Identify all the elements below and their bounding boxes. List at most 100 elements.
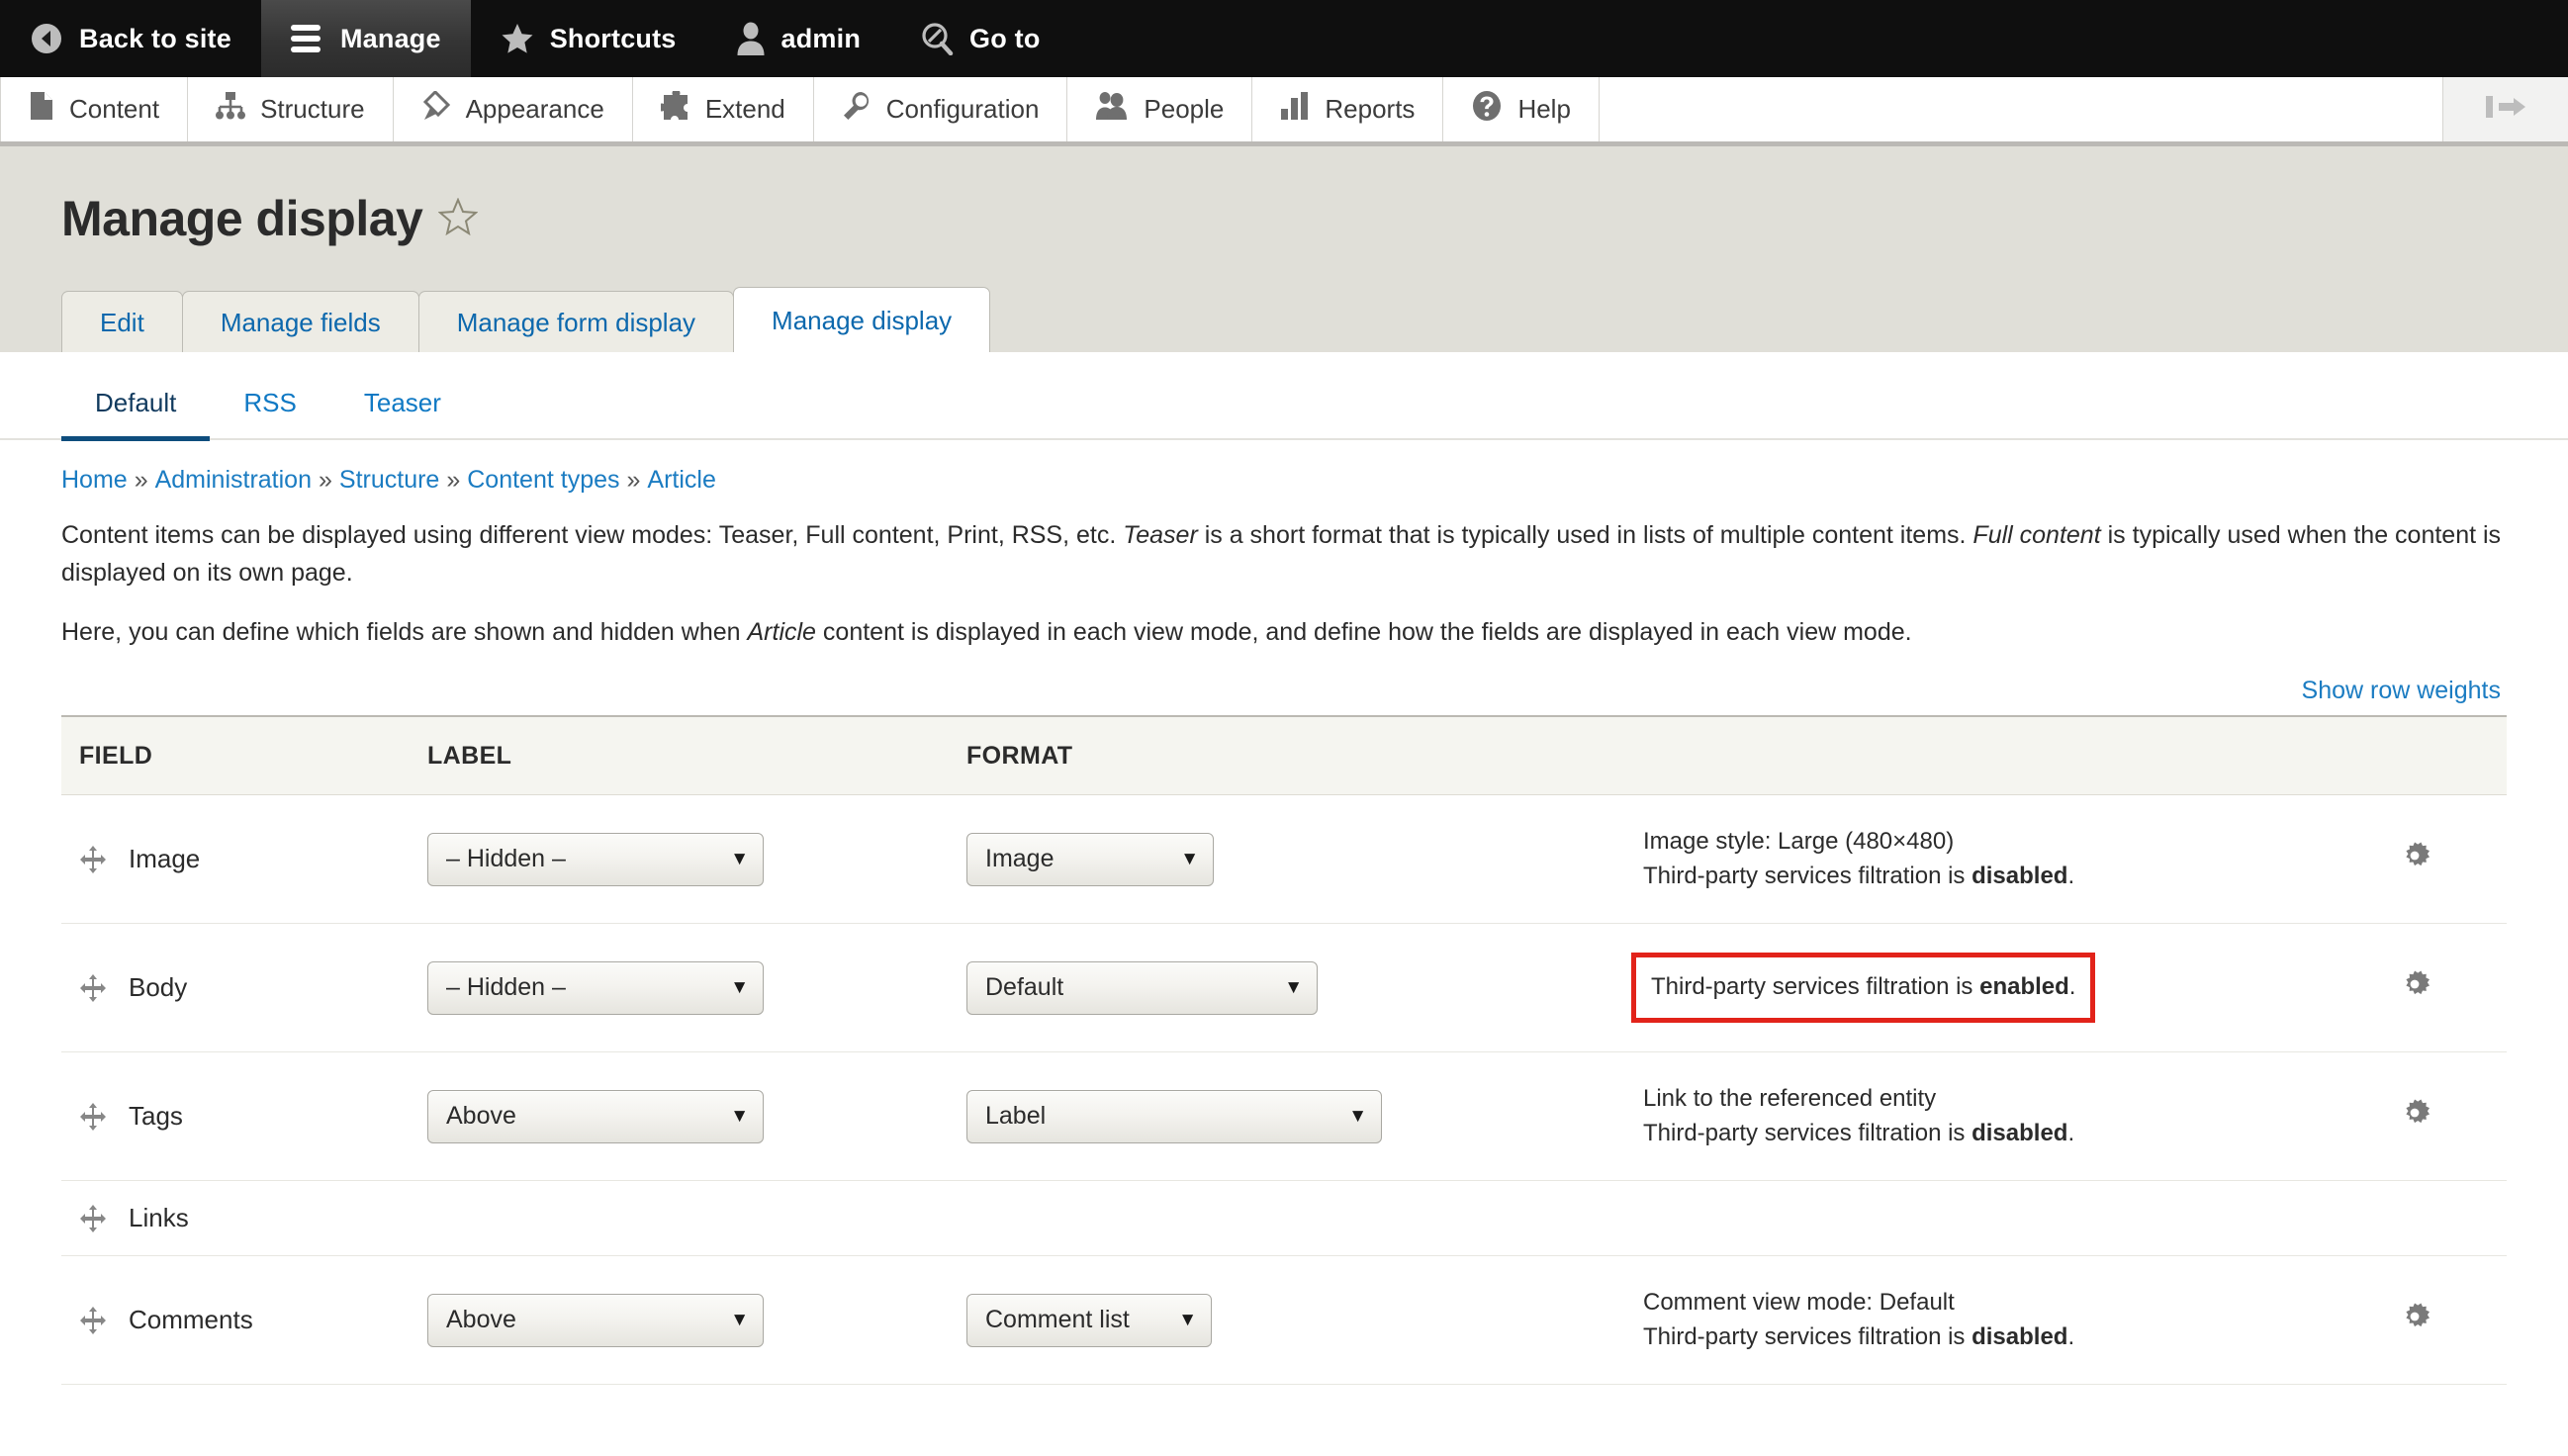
format-summary: Image style: Large (480×480) Third-party… — [1639, 825, 2398, 892]
label-select-value: Above — [446, 1306, 516, 1333]
toolbar-item-manage[interactable]: Manage — [260, 0, 471, 77]
drag-handle-icon[interactable] — [79, 1306, 107, 1334]
summary-line-1: Image style: Large (480×480) — [1643, 828, 1955, 856]
field-label: Tags — [129, 1101, 183, 1131]
menu-item-configuration[interactable]: Configuration — [814, 77, 1068, 141]
drag-handle-icon[interactable] — [79, 845, 107, 873]
admin-toolbar: Back to site Manage Shortcuts admin Go t… — [0, 0, 2568, 77]
label-select[interactable]: – Hidden – ▼ — [427, 960, 764, 1015]
breadcrumb-item-article[interactable]: Article — [647, 466, 715, 494]
breadcrumb-item-content-types[interactable]: Content types — [467, 466, 619, 494]
column-header-field: FIELD — [61, 715, 427, 795]
tab-manage-display[interactable]: Manage display — [733, 287, 991, 352]
menu-item-content[interactable]: Content — [0, 77, 189, 141]
summary-prefix: Third-party services filtration is — [1643, 1119, 1972, 1146]
intro-text: Content items can be displayed using dif… — [0, 516, 2568, 651]
table-head: FIELD LABEL FORMAT — [61, 715, 2507, 795]
toolbar-item-label: Shortcuts — [549, 23, 677, 53]
page-title-text: Manage display — [61, 191, 423, 246]
cell-summary: Link to the referenced entity Third-part… — [1639, 1051, 2398, 1181]
menu-item-people[interactable]: People — [1067, 77, 1253, 141]
cell-label-select — [427, 1180, 966, 1256]
breadcrumb-item-administration[interactable]: Administration — [155, 466, 312, 494]
label-select[interactable]: Above ▼ — [427, 1293, 764, 1347]
cell-label-select: – Hidden – ▼ — [427, 794, 966, 924]
menu-item-appearance[interactable]: Appearance — [394, 77, 633, 141]
menu-item-label: Structure — [260, 94, 365, 124]
menu-item-extend[interactable]: Extend — [633, 77, 814, 141]
label-select[interactable]: Above ▼ — [427, 1089, 764, 1143]
intro-paragraph-1: Content items can be displayed using dif… — [61, 516, 2507, 592]
intro-paragraph-2: Here, you can define which fields are sh… — [61, 613, 2507, 651]
view-mode-tab-label: RSS — [243, 388, 297, 417]
main-content: Default RSS Teaser Home» Administration» S… — [0, 352, 2568, 1385]
drag-handle-icon[interactable] — [79, 1204, 107, 1232]
view-mode-tab-rss[interactable]: RSS — [210, 378, 329, 438]
menu-item-help[interactable]: Help — [1443, 77, 1600, 141]
summary-status: disabled — [1972, 1119, 2068, 1146]
page-title: Manage display — [61, 190, 2507, 247]
drag-handle-icon[interactable] — [79, 1102, 107, 1131]
breadcrumb-item-structure[interactable]: Structure — [339, 466, 439, 494]
people-icon — [1095, 91, 1129, 128]
document-icon — [29, 91, 54, 128]
hamburger-icon — [290, 24, 324, 53]
bar-chart-icon — [1280, 91, 1310, 128]
cell-settings — [2398, 1255, 2507, 1385]
view-mode-tab-default[interactable]: Default — [61, 378, 211, 441]
intro-p1-part-b: is a short format that is typically used… — [1197, 521, 1973, 549]
format-select-value: Comment list — [985, 1306, 1130, 1333]
format-select-value: Default — [985, 973, 1064, 1001]
show-row-weights-link[interactable]: Show row weights — [2302, 677, 2501, 704]
summary-line-1: Link to the referenced entity — [1643, 1085, 1937, 1113]
gear-icon[interactable] — [2398, 839, 2431, 879]
tab-label: Manage display — [772, 306, 953, 335]
format-select[interactable]: Default ▼ — [966, 960, 1318, 1015]
field-label: Image — [129, 844, 201, 873]
format-select[interactable]: Label ▼ — [966, 1089, 1382, 1143]
chevron-down-icon: ▼ — [1284, 977, 1303, 998]
format-select[interactable]: Comment list ▼ — [966, 1293, 1212, 1347]
chevron-down-icon: ▼ — [1348, 1106, 1367, 1127]
toolbar-item-admin-user[interactable]: admin — [706, 0, 891, 77]
breadcrumb-separator: » — [626, 466, 641, 494]
gear-icon[interactable] — [2398, 1300, 2431, 1340]
tab-manage-fields[interactable]: Manage fields — [181, 291, 419, 352]
table-row: Body – Hidden – ▼ Default ▼ Third-party … — [61, 923, 2507, 1052]
format-summary: Link to the referenced entity Third-part… — [1639, 1082, 2398, 1149]
table-row: Image – Hidden – ▼ Image ▼ Image style: … — [61, 794, 2507, 924]
back-arrow-circle-icon — [30, 22, 63, 55]
menu-item-reports[interactable]: Reports — [1252, 77, 1444, 141]
tab-manage-form-display[interactable]: Manage form display — [417, 291, 735, 352]
field-label: Comments — [129, 1305, 253, 1334]
format-select[interactable]: Image ▼ — [966, 832, 1214, 886]
intro-p1-emphasis-full-content: Full content — [1972, 521, 2101, 549]
gear-icon[interactable] — [2398, 1096, 2431, 1137]
star-icon — [501, 23, 534, 54]
field-label: Body — [129, 972, 188, 1002]
format-summary: Third-party services filtration is enabl… — [1631, 952, 2398, 1024]
drag-handle-icon[interactable] — [79, 973, 107, 1002]
collapse-toolbar-button[interactable] — [2443, 77, 2568, 141]
tab-edit[interactable]: Edit — [61, 291, 183, 352]
column-header-summary — [1639, 715, 2398, 795]
field-display-table-wrapper: FIELD LABEL FORMAT Image – Hidden – ▼ Im… — [0, 715, 2568, 1385]
breadcrumb-item-home[interactable]: Home — [61, 466, 128, 494]
menu-item-label: Reports — [1325, 94, 1416, 124]
tab-label: Manage form display — [456, 308, 696, 337]
view-mode-tab-teaser[interactable]: Teaser — [330, 378, 475, 438]
star-outline-icon[interactable] — [437, 190, 479, 247]
label-select[interactable]: – Hidden – ▼ — [427, 832, 764, 886]
summary-suffix: . — [2067, 1322, 2075, 1350]
question-mark-circle-icon — [1471, 90, 1503, 129]
show-row-weights-wrapper: Show row weights — [0, 673, 2568, 715]
admin-menu-bar: Content Structure Appearance Extend Conf… — [0, 77, 2568, 146]
summary-line-2: Third-party services filtration is disab… — [1643, 1117, 2398, 1150]
wrench-icon — [842, 91, 871, 128]
toolbar-item-back-to-site[interactable]: Back to site — [0, 0, 261, 77]
format-summary: Comment view mode: Default Third-party s… — [1639, 1286, 2398, 1353]
toolbar-item-go-to[interactable]: Go to — [890, 0, 1069, 77]
menu-item-structure[interactable]: Structure — [188, 77, 394, 141]
toolbar-item-shortcuts[interactable]: Shortcuts — [471, 0, 706, 77]
gear-icon[interactable] — [2398, 967, 2431, 1008]
